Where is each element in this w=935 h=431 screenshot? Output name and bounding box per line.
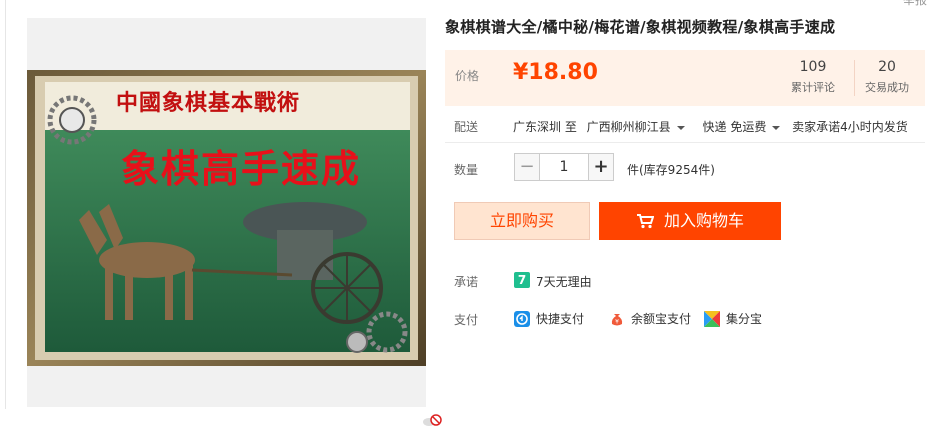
seven-day-return-icon: 7 (514, 272, 530, 288)
product-title: 象棋棋谱大全/橘中秘/梅花谱/象棋视频教程/象棋高手速成 (445, 18, 836, 36)
quick-pay-icon (514, 311, 530, 327)
quick-pay-label: 快捷支付 (536, 312, 585, 326)
sales-count-stat: 20 交易成功 (865, 59, 909, 95)
stat-divider (854, 60, 855, 96)
shipping-method: 快递 免运费 (702, 120, 767, 134)
money-bag-icon: ¥ (611, 314, 623, 326)
chevron-down-icon (772, 125, 781, 130)
image-top-text: 中國象棋基本戰術 (116, 91, 301, 116)
delivery-from: 广东深圳 至 (513, 120, 577, 134)
sales-count: 20 (878, 59, 896, 75)
cart-icon (636, 214, 655, 229)
quantity-stepper: − 1 + (514, 153, 614, 181)
stock-text: 件(库存9254件) (627, 163, 715, 177)
ship-promise: 卖家承诺4小时内发货 (792, 120, 908, 134)
add-to-cart-label: 加入购物车 (663, 211, 744, 230)
yuebao-label: 余额宝支付 (631, 312, 692, 326)
jifenbao-icon (704, 311, 720, 327)
report-link[interactable]: 举报 (903, 0, 927, 8)
promise-label: 承诺 (454, 275, 479, 289)
payment-yuebao[interactable]: ¥ 余额宝支付 (609, 310, 691, 327)
review-count-stat[interactable]: 109 累计评论 (791, 59, 835, 95)
payment-jifenbao[interactable]: 集分宝 (704, 310, 762, 327)
left-border (5, 0, 6, 409)
buy-now-button[interactable]: 立即购买 (454, 202, 590, 240)
review-count: 109 (799, 59, 827, 75)
divider (445, 142, 925, 143)
price-label: 价格 (455, 69, 480, 83)
payment-quick-pay[interactable]: 快捷支付 (514, 310, 584, 327)
payment-label: 支付 (454, 313, 479, 327)
jifenbao-label: 集分宝 (726, 312, 763, 326)
quantity-input[interactable]: 1 (540, 153, 588, 181)
review-count-label: 累计评论 (791, 81, 835, 94)
decrease-button[interactable]: − (514, 153, 540, 181)
svg-text:¥: ¥ (615, 319, 619, 326)
product-image-panel (27, 18, 442, 426)
shipping-select[interactable]: 快递 免运费 (703, 118, 781, 135)
delivery-label: 配送 (454, 120, 479, 134)
increase-button[interactable]: + (588, 153, 614, 181)
add-to-cart-button[interactable]: 加入购物车 (599, 202, 781, 240)
delivery-row: 广东深圳 至 广西柳州柳江县 快递 免运费 卖家承诺4小时内发货 (513, 118, 908, 135)
delivery-to-select[interactable]: 广西柳州柳江县 (587, 118, 685, 135)
promise-text[interactable]: 7天无理由 (536, 273, 592, 290)
delivery-to: 广西柳州柳江县 (586, 120, 671, 134)
image-main-text: 象棋高手速成 (121, 147, 362, 191)
chevron-down-icon (676, 125, 685, 130)
sales-count-label: 交易成功 (865, 81, 909, 94)
price-value: ¥18.80 (513, 60, 598, 85)
block-icon[interactable] (423, 412, 443, 426)
quantity-label: 数量 (454, 163, 479, 177)
price-box: 价格 ¥18.80 109 累计评论 20 交易成功 (445, 50, 925, 106)
